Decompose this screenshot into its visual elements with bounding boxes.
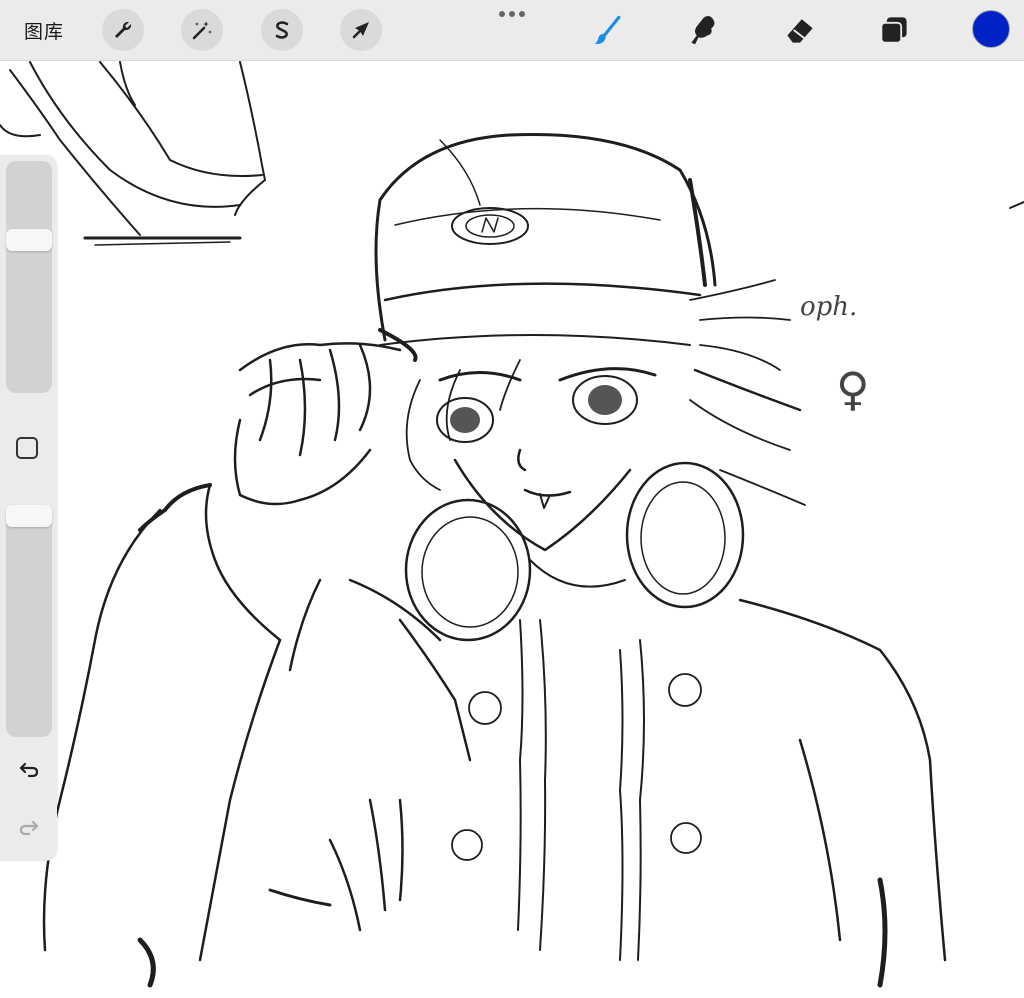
top-toolbar: 图库 <box>0 0 1024 61</box>
magic-wand-icon[interactable] <box>181 9 223 51</box>
brush-icon[interactable] <box>588 10 628 50</box>
redo-icon[interactable] <box>14 813 44 841</box>
gallery-button[interactable]: 图库 <box>24 17 64 44</box>
wrench-icon[interactable] <box>102 9 144 51</box>
opacity-handle[interactable] <box>6 505 52 527</box>
headphones-sketch <box>404 461 745 642</box>
smudge-finger-icon[interactable] <box>684 10 724 50</box>
hand-sketch <box>233 342 402 506</box>
sketch-note: oph. <box>800 292 857 322</box>
brush-size-slider[interactable] <box>6 161 52 393</box>
cap-sketch <box>374 132 717 362</box>
arrow-cursor-icon[interactable] <box>340 9 382 51</box>
drawing-canvas[interactable]: oph. ♀ <box>0 61 1024 998</box>
layers-icon[interactable] <box>874 10 914 50</box>
brush-size-handle[interactable] <box>6 229 52 251</box>
undo-icon[interactable] <box>14 755 44 783</box>
female-symbol: ♀ <box>836 362 870 416</box>
left-sidebar <box>0 155 57 861</box>
ellipsis-icon[interactable] <box>498 10 526 18</box>
face-sketch <box>436 367 657 552</box>
modify-button[interactable] <box>16 437 38 459</box>
hoodie-sketch <box>42 483 947 988</box>
selection-s-icon[interactable] <box>261 9 303 51</box>
eraser-icon[interactable] <box>780 10 820 50</box>
opacity-slider[interactable] <box>6 505 52 737</box>
color-swatch[interactable] <box>972 10 1010 48</box>
